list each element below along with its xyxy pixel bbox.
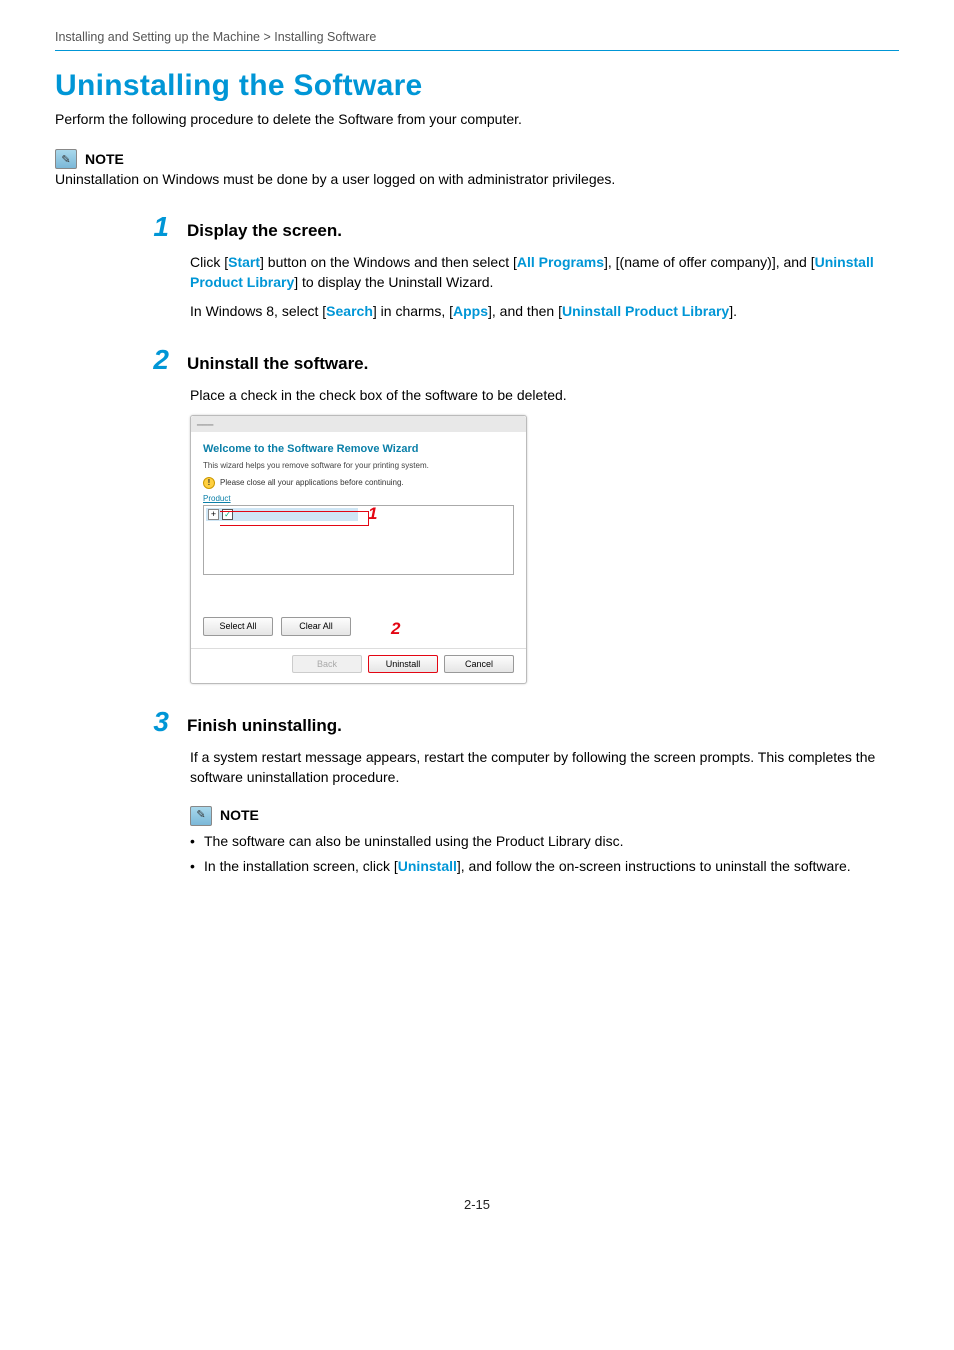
- cancel-button[interactable]: Cancel: [444, 655, 514, 674]
- ui-term: Uninstall: [398, 858, 457, 874]
- wizard-tree-row[interactable]: + ✓: [206, 508, 358, 521]
- warning-icon: !: [203, 477, 215, 489]
- text-fragment: ], [(name of offer company)], and [: [604, 254, 815, 270]
- ui-term: Start: [228, 254, 260, 270]
- step3-paragraph: If a system restart message appears, res…: [190, 748, 899, 787]
- wizard-tree: + ✓ 1: [203, 505, 514, 575]
- expand-icon[interactable]: +: [208, 509, 219, 520]
- intro-text: Perform the following procedure to delet…: [55, 111, 899, 127]
- step-number: 1: [145, 211, 169, 243]
- select-all-button[interactable]: Select All: [203, 617, 273, 636]
- ui-term: Uninstall Product Library: [562, 303, 729, 319]
- wizard-titlebar: ━━━: [191, 416, 526, 432]
- steps-container: 1 Display the screen. Click [Start] butt…: [190, 211, 899, 877]
- note-box-top: ✎ NOTE Uninstallation on Windows must be…: [55, 149, 899, 187]
- uninstall-button[interactable]: Uninstall: [368, 655, 438, 674]
- ui-term: Apps: [453, 303, 488, 319]
- warning-text: Please close all your applications befor…: [220, 477, 404, 488]
- ui-term: Search: [326, 303, 373, 319]
- note-box-bottom: ✎ NOTE The software can also be uninstal…: [190, 806, 899, 877]
- ui-term: All Programs: [517, 254, 604, 270]
- text-fragment: ], and follow the on-screen instructions…: [457, 858, 851, 874]
- step-title: Finish uninstalling.: [187, 716, 342, 736]
- text-fragment: ] in charms, [: [373, 303, 453, 319]
- text-fragment: ] to display the Uninstall Wizard.: [294, 274, 493, 290]
- step-1: 1 Display the screen. Click [Start] butt…: [190, 211, 899, 322]
- text-fragment: ].: [729, 303, 737, 319]
- note-list-item: In the installation screen, click [Unins…: [190, 857, 899, 877]
- text-fragment: ], and then [: [488, 303, 562, 319]
- note-text: Uninstallation on Windows must be done b…: [55, 171, 899, 187]
- step2-paragraph: Place a check in the check box of the so…: [190, 386, 899, 406]
- clear-all-button[interactable]: Clear All: [281, 617, 351, 636]
- callout-number: 1: [368, 504, 377, 523]
- text-fragment: Click [: [190, 254, 228, 270]
- wizard-warning: ! Please close all your applications bef…: [203, 477, 514, 489]
- text-fragment: In Windows 8, select [: [190, 303, 326, 319]
- callout-1: 1: [368, 502, 377, 526]
- step1-paragraph2: In Windows 8, select [Search] in charms,…: [190, 302, 899, 322]
- divider: [55, 50, 899, 51]
- step-3: 3 Finish uninstalling. If a system resta…: [190, 706, 899, 876]
- note-icon: ✎: [55, 149, 77, 169]
- step-title: Display the screen.: [187, 221, 342, 241]
- callout-2: 2: [391, 617, 400, 641]
- step-title: Uninstall the software.: [187, 354, 368, 374]
- step1-paragraph1: Click [Start] button on the Windows and …: [190, 253, 899, 292]
- breadcrumb: Installing and Setting up the Machine > …: [55, 30, 899, 48]
- text-fragment: ] button on the Windows and then select …: [260, 254, 517, 270]
- note-list: The software can also be uninstalled usi…: [190, 832, 899, 877]
- step-number: 2: [145, 344, 169, 376]
- wizard-panel-label: Product: [203, 493, 514, 504]
- text-fragment: In the installation screen, click [: [204, 858, 398, 874]
- step-number: 3: [145, 706, 169, 738]
- wizard-heading: Welcome to the Software Remove Wizard: [203, 442, 514, 457]
- back-button[interactable]: Back: [292, 655, 362, 674]
- note-list-item: The software can also be uninstalled usi…: [190, 832, 899, 852]
- wizard-subtext: This wizard helps you remove software fo…: [203, 460, 514, 471]
- note-label: NOTE: [220, 806, 259, 826]
- checkbox-icon[interactable]: ✓: [222, 509, 233, 520]
- wizard-screenshot: ━━━ Welcome to the Software Remove Wizar…: [190, 415, 527, 684]
- document-page: Installing and Setting up the Machine > …: [0, 0, 954, 1350]
- page-title: Uninstalling the Software: [55, 69, 899, 103]
- step-2: 2 Uninstall the software. Place a check …: [190, 344, 899, 685]
- note-icon: ✎: [190, 806, 212, 826]
- page-number: 2-15: [55, 1197, 899, 1212]
- note-label: NOTE: [85, 151, 124, 167]
